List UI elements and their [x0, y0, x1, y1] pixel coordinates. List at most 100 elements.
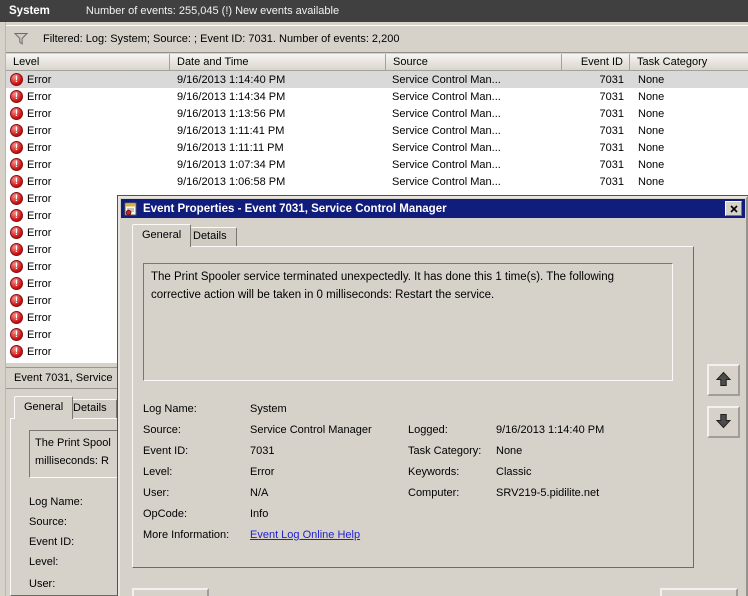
arrow-up-icon: [715, 371, 732, 390]
level-text: Error: [27, 277, 52, 290]
datetime-cell: 9/16/2013 1:14:34 PM: [177, 90, 286, 103]
level-text: Error: [27, 209, 52, 222]
field-value: SRV219-5.pidilite.net: [496, 487, 600, 499]
previous-event-button[interactable]: [707, 364, 740, 396]
field-label: More Information:: [143, 529, 230, 541]
error-icon: !: [10, 107, 23, 120]
event-id-cell: 7031: [599, 124, 624, 137]
field-value: Classic: [496, 466, 532, 478]
table-row[interactable]: ! Error 9/16/2013 1:14:40 PM Service Contro…: [6, 71, 748, 88]
event-log-online-help-link[interactable]: Event Log Online Help: [250, 529, 408, 541]
table-row[interactable]: ! Error 9/16/2013 1:06:58 PM Service Contro…: [6, 173, 748, 190]
table-header: Level Date and Time Source Event ID Task…: [6, 54, 748, 71]
field-row: User: N/A Computer: SRV219-5.pidilite.net: [133, 487, 693, 508]
task-category-cell: None: [638, 124, 665, 137]
error-icon: !: [10, 328, 23, 341]
field-label: OpCode:: [143, 508, 188, 520]
error-icon: !: [10, 141, 23, 154]
funnel-icon: [13, 32, 29, 47]
level-text: Error: [27, 345, 52, 358]
field-row: More Information: Event Log Online Help: [133, 529, 693, 550]
task-category-cell: None: [638, 175, 665, 188]
datetime-cell: 9/16/2013 1:07:34 PM: [177, 158, 286, 171]
field-row: Event ID: 7031 Task Category: None: [133, 445, 693, 466]
field-label: User:: [143, 487, 170, 499]
column-header-event-id[interactable]: Event ID: [562, 54, 630, 70]
event-viewer-window: System Number of events: 255,045 (!) New…: [0, 0, 748, 596]
field-label: Level:: [143, 466, 173, 478]
error-icon: !: [10, 192, 23, 205]
level-text: Error: [27, 73, 52, 86]
datetime-cell: 9/16/2013 1:14:40 PM: [177, 73, 286, 86]
task-category-cell: None: [638, 107, 665, 120]
event-id-cell: 7031: [599, 158, 624, 171]
level-text: Error: [27, 141, 52, 154]
table-row[interactable]: ! Error 9/16/2013 1:11:11 PM Service Contro…: [6, 139, 748, 156]
field-label: Logged:: [408, 424, 448, 436]
source-cell: Service Control Man...: [392, 124, 501, 137]
event-properties-dialog: Event Properties - Event 7031, Service C…: [118, 196, 748, 596]
field-label: Task Category:: [408, 445, 482, 457]
level-text: Error: [27, 328, 52, 341]
source-cell: Service Control Man...: [392, 175, 501, 188]
column-header-date-and-time[interactable]: Date and Time: [170, 54, 386, 70]
field-row: OpCode: Info: [133, 508, 693, 529]
datetime-cell: 9/16/2013 1:13:56 PM: [177, 107, 286, 120]
field-value: Service Control Manager: [250, 424, 372, 436]
tab-details[interactable]: Details: [183, 227, 237, 247]
column-header-level[interactable]: Level: [6, 54, 170, 70]
next-event-button[interactable]: [707, 406, 740, 438]
source-cell: Service Control Man...: [392, 73, 501, 86]
error-icon: !: [10, 175, 23, 188]
level-text: Error: [27, 107, 52, 120]
field-value: 9/16/2013 1:14:40 PM: [496, 424, 605, 436]
tab-general[interactable]: General: [132, 224, 192, 247]
dialog-title-bar: Event Properties - Event 7031, Service C…: [121, 199, 745, 218]
error-icon: !: [10, 226, 23, 239]
field-label: Computer:: [408, 487, 460, 499]
error-icon: !: [10, 158, 23, 171]
level-text: Error: [27, 90, 52, 103]
datetime-cell: 9/16/2013 1:11:41 PM: [177, 124, 285, 137]
error-icon: !: [10, 345, 23, 358]
level-text: Error: [27, 175, 52, 188]
dialog-title: Event Properties - Event 7031, Service C…: [143, 202, 447, 215]
event-id-cell: 7031: [599, 90, 624, 103]
task-category-cell: None: [638, 90, 665, 103]
error-icon: !: [10, 294, 23, 307]
task-category-cell: None: [638, 73, 665, 86]
field-value: N/A: [250, 487, 269, 499]
level-text: Error: [27, 226, 52, 239]
table-row[interactable]: ! Error 9/16/2013 1:13:56 PM Service Contro…: [6, 105, 748, 122]
table-row[interactable]: ! Error 9/16/2013 1:07:34 PM Service Contro…: [6, 156, 748, 173]
field-value: Info: [250, 508, 269, 520]
preview-field-label: Level:: [29, 556, 59, 568]
table-row[interactable]: ! Error 9/16/2013 1:11:41 PM Service Contro…: [6, 122, 748, 139]
event-id-cell: 7031: [599, 175, 624, 188]
error-icon: !: [10, 277, 23, 290]
level-text: Error: [27, 158, 52, 171]
error-icon: !: [10, 260, 23, 273]
column-header-task-category[interactable]: Task Category: [630, 54, 748, 70]
error-icon: !: [10, 73, 23, 86]
field-row: Level: Error Keywords: Classic: [133, 466, 693, 487]
preview-field-label: User:: [29, 578, 56, 590]
partial-button-left[interactable]: [132, 588, 209, 596]
field-value: None: [496, 445, 523, 457]
event-id-cell: 7031: [599, 141, 624, 154]
partial-button-right[interactable]: [660, 588, 738, 596]
preview-field-label: Event ID:: [29, 536, 75, 548]
table-row[interactable]: ! Error 9/16/2013 1:14:34 PM Service Contro…: [6, 88, 748, 105]
field-value: System: [250, 403, 287, 415]
source-cell: Service Control Man...: [392, 141, 501, 154]
close-button[interactable]: [725, 201, 742, 216]
field-row: Source: Service Control Manager Logged: 9/1…: [133, 424, 693, 445]
level-text: Error: [27, 311, 52, 324]
level-text: Error: [27, 243, 52, 256]
preview-tab-general[interactable]: General: [14, 396, 74, 419]
source-cell: Service Control Man...: [392, 107, 501, 120]
log-header-bar: System Number of events: 255,045 (!) New…: [0, 0, 748, 22]
field-value: 7031: [250, 445, 275, 457]
column-header-source[interactable]: Source: [386, 54, 562, 70]
log-name: System: [9, 5, 50, 17]
